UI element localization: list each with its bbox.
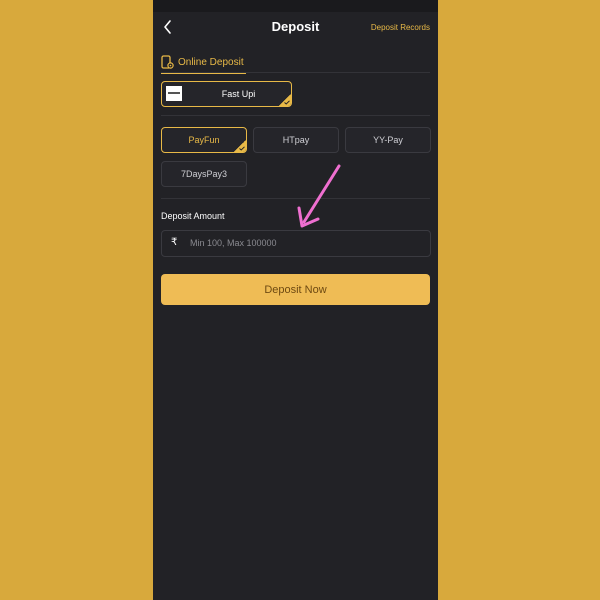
channel-logo — [166, 86, 182, 101]
check-corner-icon — [234, 140, 246, 152]
divider — [161, 115, 430, 116]
divider — [161, 198, 430, 199]
check-corner-icon — [279, 94, 291, 106]
pay-option-7dayspay3[interactable]: 7DaysPay3 — [161, 161, 247, 187]
status-bar — [153, 0, 438, 12]
channel-fast-upi[interactable]: Fast Upi — [161, 81, 292, 107]
pay-option-htpay[interactable]: HTpay — [253, 127, 339, 153]
deposit-now-button[interactable]: Deposit Now — [161, 274, 430, 305]
deposit-amount-field: ₹ — [161, 230, 431, 257]
pay-option-yy-pay[interactable]: YY-Pay — [345, 127, 431, 153]
pay-option-label: HTpay — [282, 135, 310, 145]
back-button[interactable] — [159, 17, 177, 37]
pay-option-label: 7DaysPay3 — [180, 169, 228, 179]
deposit-amount-label: Deposit Amount — [161, 211, 225, 221]
pay-option-label: YY-Pay — [373, 135, 403, 145]
deposit-records-link[interactable]: Deposit Records — [371, 23, 430, 32]
deposit-screen: Deposit Deposit Records Online Deposit F… — [153, 0, 438, 600]
chevron-left-icon — [164, 20, 171, 34]
tab-online-deposit-label: Online Deposit — [178, 56, 244, 68]
pay-option-payfun[interactable]: PayFun — [161, 127, 247, 153]
mobile-wallet-icon — [161, 54, 174, 69]
tab-online-deposit[interactable]: Online Deposit — [161, 52, 246, 74]
divider — [161, 72, 430, 73]
channel-label: Fast Upi — [221, 89, 256, 99]
rupee-icon: ₹ — [171, 237, 178, 248]
page-header: Deposit Deposit Records — [153, 12, 438, 44]
deposit-amount-input[interactable] — [190, 234, 420, 252]
